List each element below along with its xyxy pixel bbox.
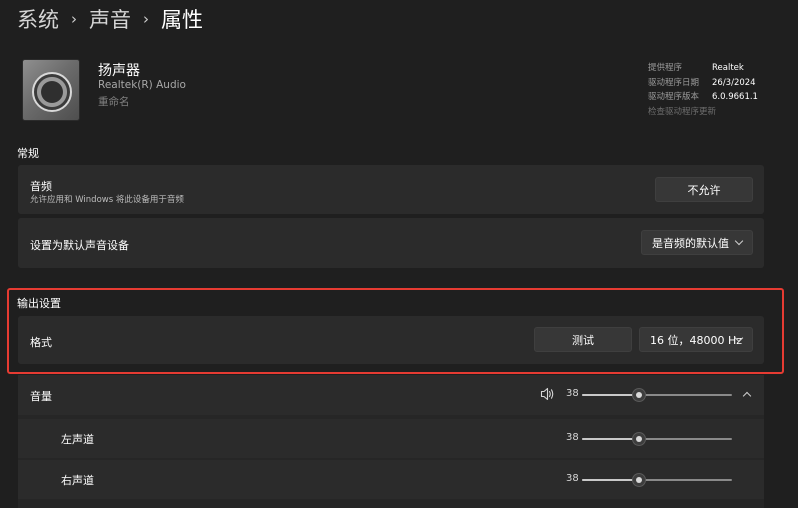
volume-panel: 音量 38 左声道 38 右声道 38	[18, 375, 764, 508]
disallow-button[interactable]: 不允许	[655, 177, 753, 202]
section-output: 输出设置	[17, 297, 61, 310]
slider-thumb[interactable]	[632, 388, 646, 402]
chevron-right-icon: ›	[71, 10, 77, 28]
right-channel-value: 38	[566, 473, 579, 484]
audio-description: 允许应用和 Windows 将此设备用于音频	[30, 195, 184, 205]
section-general: 常规	[17, 147, 39, 160]
provider-value: Realtek	[712, 63, 744, 73]
left-channel-slider[interactable]	[582, 432, 732, 446]
slider-thumb[interactable]	[632, 473, 646, 487]
default-device-dropdown[interactable]: 是音频的默认值	[641, 230, 753, 255]
check-driver-update-link[interactable]: 检查驱动程序更新	[648, 105, 716, 120]
driver-version-value: 6.0.9661.1	[712, 92, 758, 102]
provider-label: 提供程序	[648, 63, 683, 73]
default-device-value: 是音频的默认值	[652, 236, 729, 250]
speaker-cone	[32, 72, 72, 112]
left-channel-value: 38	[566, 432, 579, 443]
breadcrumb-system[interactable]: 系统	[17, 4, 59, 34]
audio-card: 音频 允许应用和 Windows 将此设备用于音频 不允许	[18, 165, 764, 214]
format-card: 格式 测试 16 位，48000 Hz	[18, 316, 764, 364]
slider-fill	[582, 394, 639, 396]
format-dropdown[interactable]: 16 位，48000 Hz	[639, 327, 753, 352]
slider-thumb[interactable]	[632, 432, 646, 446]
driver-date-label: 驱动程序日期	[648, 77, 700, 88]
chevron-right-icon: ›	[143, 10, 149, 28]
volume-slider[interactable]	[582, 388, 732, 402]
driver-date-value: 26/3/2024	[712, 77, 756, 88]
breadcrumb-sound[interactable]: 声音	[89, 4, 131, 34]
device-name: 扬声器	[98, 63, 140, 79]
audio-title: 音频	[30, 180, 52, 193]
device-subtitle: Realtek(R) Audio	[98, 79, 186, 91]
volume-row: 音量 38	[18, 375, 764, 415]
test-button[interactable]: 测试	[534, 327, 632, 352]
slider-fill	[582, 479, 639, 481]
driver-version-label: 驱动程序版本	[648, 92, 700, 102]
driver-info: 提供程序 Realtek 驱动程序日期 26/3/2024 驱动程序版本 6.0.96…	[648, 61, 758, 119]
rename-link[interactable]: 重命名	[98, 94, 130, 109]
left-channel-label: 左声道	[61, 433, 94, 446]
breadcrumb: 系统 › 声音 › 属性	[17, 4, 203, 34]
default-device-card: 设置为默认声音设备 是音频的默认值	[18, 218, 764, 268]
slider-fill	[582, 438, 639, 440]
chevron-up-icon[interactable]	[742, 391, 752, 401]
breadcrumb-properties: 属性	[161, 8, 203, 32]
format-title: 格式	[30, 336, 52, 349]
volume-title: 音量	[30, 390, 52, 403]
left-channel-row: 左声道 38	[18, 419, 764, 458]
volume-value: 38	[566, 388, 579, 399]
right-channel-label: 右声道	[61, 474, 94, 487]
format-value: 16 位，48000 Hz	[650, 333, 743, 347]
speaker-device-icon	[22, 59, 80, 121]
right-channel-row: 右声道 38	[18, 460, 764, 499]
default-device-title: 设置为默认声音设备	[30, 239, 129, 252]
right-channel-slider[interactable]	[582, 473, 732, 487]
chevron-down-icon	[734, 236, 744, 245]
volume-speaker-icon[interactable]	[540, 387, 555, 401]
